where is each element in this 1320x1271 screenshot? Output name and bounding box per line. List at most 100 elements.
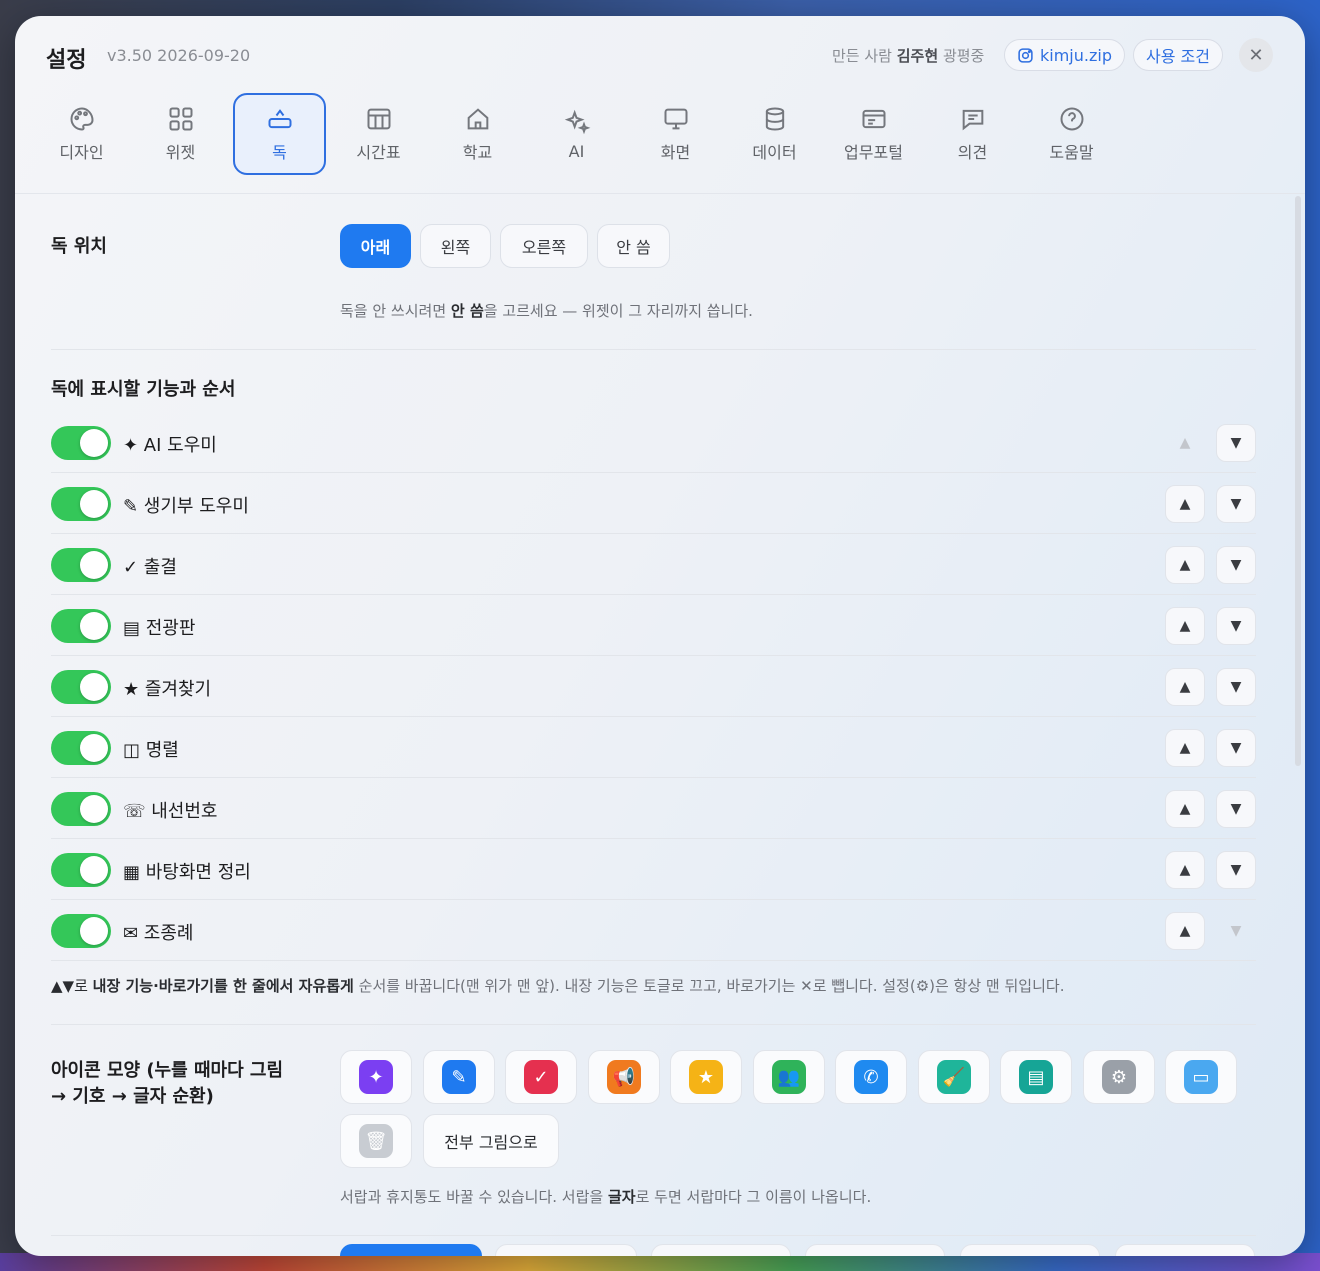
dock-item-row: ✎ 생기부 도우미 ▲ ▼ [51,473,1256,534]
all-pictures-button[interactable]: 전부 그림으로 [423,1114,559,1168]
tab-portal[interactable]: 업무포털 [827,93,920,175]
tab-label: 화면 [660,143,691,162]
settings-header: 설정 v3.50 2026-09-20 만든 사람 김주현 광평중 kimju.… [15,16,1305,194]
dock-item-toggle[interactable] [51,853,111,887]
dock-item-toggle[interactable] [51,548,111,582]
tab-ai[interactable]: AI [530,93,623,175]
dock-icon-favorites[interactable]: ★ [670,1050,742,1104]
dock-icon-cleanup[interactable]: 🧹 [918,1050,990,1104]
tab-feedback[interactable]: 의견 [926,93,1019,175]
settings-tabs: 디자인 위젯 독 시간표 학교 AI 화면 데이터 업무포털 의견 도움말 [35,93,1124,175]
instagram-link[interactable]: kimju.zip [1004,39,1125,71]
dock-icon-ai[interactable]: ✦ [340,1050,412,1104]
dock-item-row: ✓ 출결 ▲ ▼ [51,534,1256,595]
message-icon: ▤ [1019,1060,1053,1094]
move-up-button[interactable]: ▲ [1165,607,1205,645]
move-up-button[interactable]: ▲ [1165,668,1205,706]
tab-screen[interactable]: 화면 [629,93,722,175]
folder-icon: ▭ [1184,1060,1218,1094]
move-up-button[interactable]: ▲ [1165,851,1205,889]
next-section-option[interactable] [960,1244,1100,1256]
move-down-button[interactable]: ▼ [1216,790,1256,828]
dock-position-left[interactable]: 왼쪽 [420,224,491,268]
database-icon [765,107,784,131]
tab-label: 디자인 [59,143,104,162]
dock-icon-message[interactable]: ▤ [1000,1050,1072,1104]
move-down-button[interactable]: ▼ [1216,546,1256,584]
dock-items-hint: ▲▼로 내장 기능·바로가기를 한 줄에서 자유롭게 순서를 바꿉니다(맨 위가… [51,975,1064,996]
dock-position-right[interactable]: 오른쪽 [500,224,588,268]
tab-timetable[interactable]: 시간표 [332,93,425,175]
dock-item-toggle[interactable] [51,670,111,704]
hint-text: 을 고르세요 — 위젯이 그 자리까지 씁니다. [483,302,753,320]
broom-icon: 🧹 [937,1060,971,1094]
tab-widget[interactable]: 위젯 [134,93,227,175]
dock-icon-record[interactable]: ✎ [423,1050,495,1104]
move-up-button[interactable]: ▲ [1165,424,1205,462]
dock-item-toggle[interactable] [51,487,111,521]
move-up-button[interactable]: ▲ [1165,912,1205,950]
dock-icon-board[interactable]: 📢 [588,1050,660,1104]
next-section-option[interactable] [805,1244,945,1256]
move-down-button[interactable]: ▼ [1216,607,1256,645]
hint-text: 서랍과 휴지통도 바꿀 수 있습니다. 서랍을 [340,1188,604,1206]
move-up-button[interactable]: ▲ [1165,546,1205,584]
school-icon [467,108,488,130]
dock-item-toggle[interactable] [51,914,111,948]
tab-label: 학교 [462,143,493,162]
settings-window: 설정 v3.50 2026-09-20 만든 사람 김주현 광평중 kimju.… [15,16,1305,1256]
tab-help[interactable]: 도움말 [1025,93,1118,175]
dock-item-row: ☏ 내선번호 ▲ ▼ [51,778,1256,839]
tab-school[interactable]: 학교 [431,93,524,175]
dock-item-label: ✓ 출결 [123,557,177,578]
dock-icon-trash[interactable]: 🗑 [340,1114,412,1168]
next-section-option[interactable] [651,1244,791,1256]
move-up-button[interactable]: ▲ [1165,485,1205,523]
scrollbar[interactable] [1295,196,1301,766]
sparkle-icon [564,109,590,134]
move-down-button[interactable]: ▼ [1216,424,1256,462]
dock-item-toggle[interactable] [51,609,111,643]
move-down-button[interactable]: ▼ [1216,668,1256,706]
checklist-icon: ✓ [524,1060,558,1094]
move-up-button[interactable]: ▲ [1165,729,1205,767]
tab-data[interactable]: 데이터 [728,93,821,175]
dock-item-row: ▤ 전광판 ▲ ▼ [51,595,1256,656]
move-down-button[interactable]: ▼ [1216,729,1256,767]
dock-icon-attendance[interactable]: ✓ [505,1050,577,1104]
dock-item-toggle[interactable] [51,426,111,460]
next-section-option[interactable] [340,1244,482,1256]
dock-item-label: ✎ 생기부 도우미 [123,496,249,517]
dock-icon-roster[interactable]: 👥 [753,1050,825,1104]
move-down-button[interactable]: ▼ [1216,485,1256,523]
tab-label: 시간표 [356,143,401,162]
move-down-button[interactable]: ▼ [1216,851,1256,889]
dock-item-label: ✦ AI 도우미 [123,435,217,456]
tab-label: 위젯 [165,143,196,162]
divider [51,1024,1256,1025]
move-up-button[interactable]: ▲ [1165,790,1205,828]
hint-bold: 내장 기능·바로가기를 한 줄에서 자유롭게 [92,977,354,995]
dock-icon-phone[interactable]: ✆ [835,1050,907,1104]
dock-item-label: ☏ 내선번호 [123,801,218,822]
dock-position-none[interactable]: 안 씀 [597,224,670,268]
tab-design[interactable]: 디자인 [35,93,128,175]
dock-item-label: ★ 즐겨찾기 [123,679,212,700]
terms-link[interactable]: 사용 조건 [1133,39,1223,71]
dock-position-label: 독 위치 [51,236,107,257]
next-section-option[interactable] [495,1244,637,1256]
dock-icon-settings[interactable]: ⚙ [1083,1050,1155,1104]
dock-icon-folder[interactable]: ▭ [1165,1050,1237,1104]
dock-item-toggle[interactable] [51,792,111,826]
hint-text: 독을 안 쓰시려면 [340,302,447,320]
next-section-option[interactable] [1115,1244,1255,1256]
move-down-button[interactable]: ▼ [1216,912,1256,950]
monitor-icon [664,108,687,130]
close-button[interactable]: ✕ [1239,38,1273,72]
dock-position-bottom[interactable]: 아래 [340,224,411,268]
icon-style-label: 아이콘 모양 (누를 때마다 그림 → 기호 → 글자 순환) [51,1058,283,1110]
hint-bold: 안 씀 [450,302,484,320]
tab-dock[interactable]: 독 [233,93,326,175]
dock-item-toggle[interactable] [51,731,111,765]
megaphone-icon: 📢 [607,1060,641,1094]
